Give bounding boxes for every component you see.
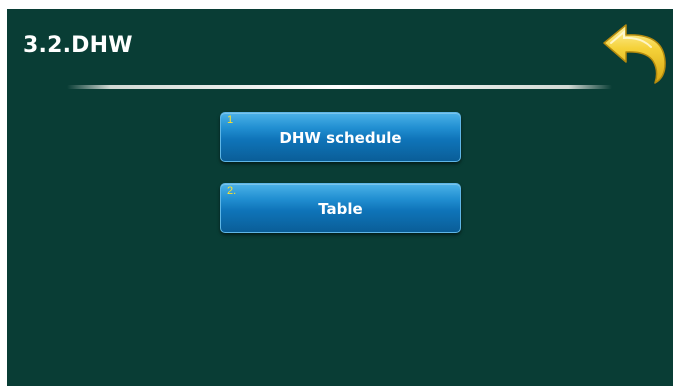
dhw-schedule-button[interactable]: 1 DHW schedule	[220, 112, 461, 162]
page-title: 3.2.DHW	[23, 33, 133, 58]
table-button[interactable]: 2. Table	[220, 183, 461, 233]
title-divider	[67, 85, 612, 89]
menu-item-label: DHW schedule	[279, 129, 402, 147]
back-arrow-icon	[603, 24, 666, 84]
menu-item-label: Table	[318, 200, 363, 218]
back-button[interactable]	[601, 19, 673, 85]
menu-item-number: 2.	[227, 185, 237, 197]
controller-screen: 3.2.DHW 1 DHW schedule 2. Table	[7, 9, 673, 386]
menu-item-number: 1	[227, 114, 234, 126]
